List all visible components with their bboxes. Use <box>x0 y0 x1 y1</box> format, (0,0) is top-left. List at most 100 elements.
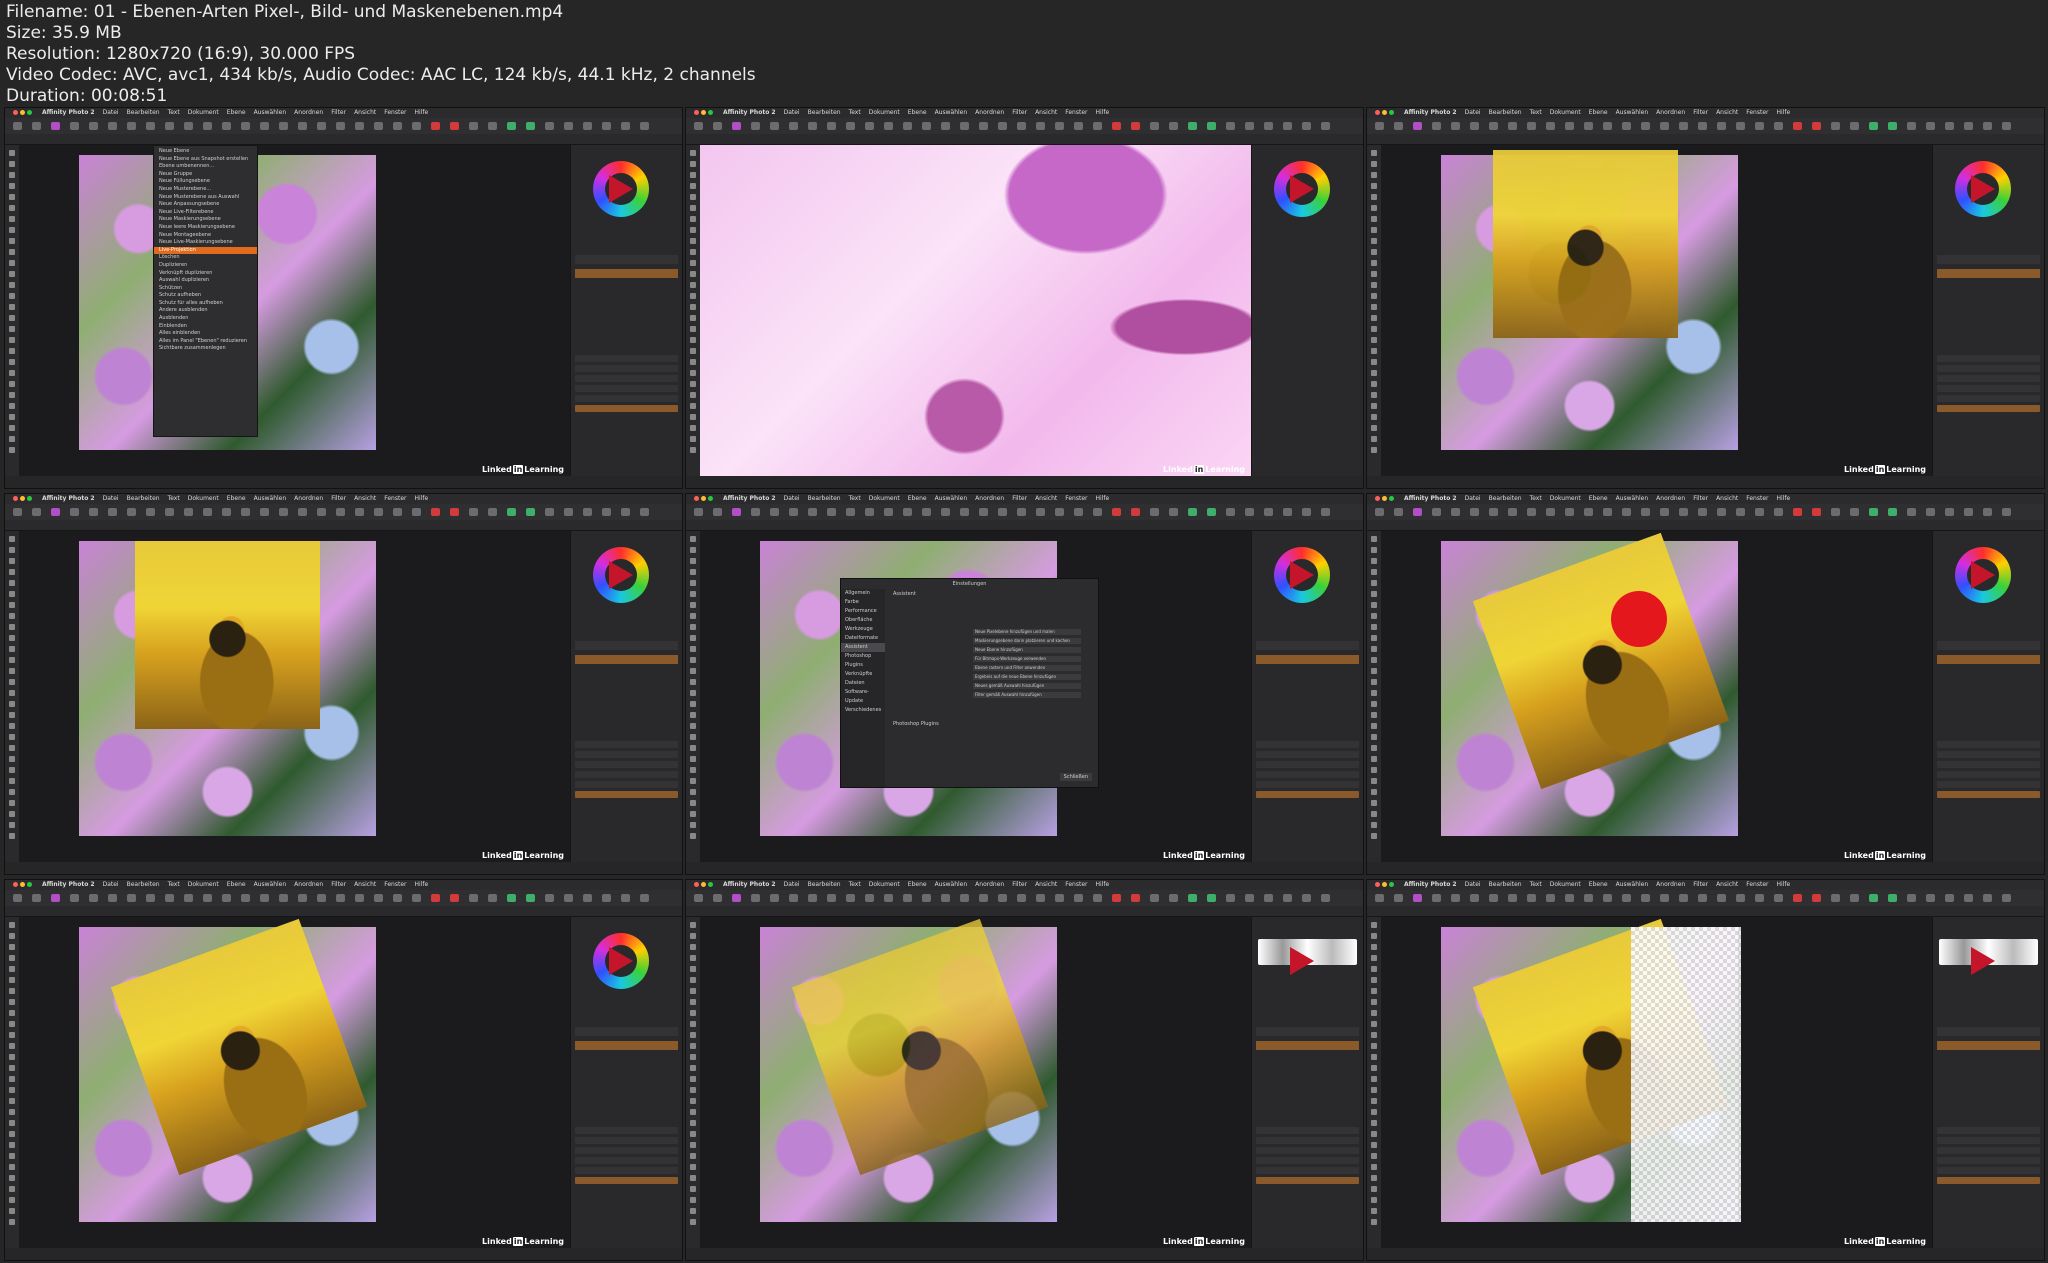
history-entry[interactable] <box>1256 781 1359 788</box>
menu-hilfe[interactable]: Hilfe <box>1777 495 1791 502</box>
tool-icon[interactable] <box>690 833 696 839</box>
history-entry[interactable] <box>575 405 678 412</box>
toolbar-icon[interactable] <box>1964 894 1973 902</box>
toolbar-icon[interactable] <box>317 122 326 130</box>
tool-icon[interactable] <box>1371 789 1377 795</box>
menu-ansicht[interactable]: Ansicht <box>354 495 376 502</box>
history-entry[interactable] <box>1256 771 1359 778</box>
tool-icon[interactable] <box>690 778 696 784</box>
toolbar-icon[interactable] <box>1983 122 1992 130</box>
menu-ebene[interactable]: Ebene <box>908 495 927 502</box>
toolbar-icon[interactable] <box>1036 508 1045 516</box>
toolbar-icon[interactable] <box>13 894 22 902</box>
thumbnail-zoom[interactable]: Affinity Photo 2 Datei Bearbeiten Text Dokum… <box>685 107 1364 489</box>
tool-icon[interactable] <box>9 161 15 167</box>
toolbar-icon[interactable] <box>1264 122 1273 130</box>
menu-anordnen[interactable]: Anordnen <box>975 109 1004 116</box>
toolbar-icon[interactable] <box>2002 122 2011 130</box>
tool-icon[interactable] <box>9 1065 15 1071</box>
layer-row[interactable] <box>575 255 678 264</box>
toolbar-icon[interactable] <box>51 122 60 130</box>
toolbar-icon[interactable] <box>108 894 117 902</box>
toolbar-icon[interactable] <box>526 508 535 516</box>
thumbnail-red[interactable]: Affinity Photo 2 Datei Bearbeiten Text Dokum… <box>1366 493 2045 875</box>
menu-dokument[interactable]: Dokument <box>1550 495 1581 502</box>
window-button[interactable] <box>708 882 713 887</box>
tool-icon[interactable] <box>690 1219 696 1225</box>
tool-icon[interactable] <box>9 205 15 211</box>
toolbar-icon[interactable] <box>260 122 269 130</box>
history-entry[interactable] <box>1256 1177 1359 1184</box>
toolbar-icon[interactable] <box>808 508 817 516</box>
toolbar-icon[interactable] <box>1774 894 1783 902</box>
toolbar-icon[interactable] <box>146 122 155 130</box>
toolbar-icon[interactable] <box>1622 894 1631 902</box>
tool-icon[interactable] <box>9 701 15 707</box>
tool-icon[interactable] <box>690 613 696 619</box>
toolbar-icon[interactable] <box>203 508 212 516</box>
menu-hilfe[interactable]: Hilfe <box>1777 881 1791 888</box>
toolbar-icon[interactable] <box>941 894 950 902</box>
toolbar-icon[interactable] <box>770 508 779 516</box>
toolbar-icon[interactable] <box>545 894 554 902</box>
thumbnail-image[interactable]: Affinity Photo 2 Datei Bearbeiten Text Dokum… <box>4 493 683 875</box>
menu-bearbeiten[interactable]: Bearbeiten <box>127 109 160 116</box>
toolbar-icon[interactable] <box>89 894 98 902</box>
toolbar-icon[interactable] <box>1755 122 1764 130</box>
tool-icon[interactable] <box>690 1153 696 1159</box>
tool-icon[interactable] <box>1371 558 1377 564</box>
tool-icon[interactable] <box>1371 1186 1377 1192</box>
tool-icon[interactable] <box>1371 591 1377 597</box>
menu-anordnen[interactable]: Anordnen <box>1656 881 1685 888</box>
window-button[interactable] <box>708 110 713 115</box>
tool-icon[interactable] <box>1371 1120 1377 1126</box>
tool-icon[interactable] <box>690 447 696 453</box>
toolbar-icon[interactable] <box>732 122 741 130</box>
toolbar-icon[interactable] <box>1698 508 1707 516</box>
tool-icon[interactable] <box>690 1208 696 1214</box>
window-button[interactable] <box>694 110 699 115</box>
menu-bearbeiten[interactable]: Bearbeiten <box>808 109 841 116</box>
toolbar-icon[interactable] <box>89 508 98 516</box>
toolbar-icon[interactable] <box>1717 122 1726 130</box>
tool-icon[interactable] <box>1371 800 1377 806</box>
tool-icon[interactable] <box>9 1153 15 1159</box>
dialog-option-field[interactable]: Maskierungsebene darin platzieren und ka… <box>973 638 1081 644</box>
toolbar-icon[interactable] <box>1207 122 1216 130</box>
window-button[interactable] <box>20 110 25 115</box>
toolbar-icon[interactable] <box>1508 894 1517 902</box>
tool-icon[interactable] <box>1371 1076 1377 1082</box>
menu-ansicht[interactable]: Ansicht <box>1716 881 1738 888</box>
toolbar-icon[interactable] <box>1603 122 1612 130</box>
toolbar-icon[interactable] <box>1546 894 1555 902</box>
toolbar-icon[interactable] <box>1869 894 1878 902</box>
tool-icon[interactable] <box>690 811 696 817</box>
tool-icon[interactable] <box>9 1076 15 1082</box>
history-entry[interactable] <box>1937 781 2040 788</box>
tool-icon[interactable] <box>9 1010 15 1016</box>
toolbar-icon[interactable] <box>1812 894 1821 902</box>
toolbar-icon[interactable] <box>260 894 269 902</box>
tool-icon[interactable] <box>9 745 15 751</box>
toolbar-icon[interactable] <box>979 122 988 130</box>
toolbar-icon[interactable] <box>412 894 421 902</box>
window-button[interactable] <box>701 882 706 887</box>
toolbar-icon[interactable] <box>507 122 516 130</box>
tool-icon[interactable] <box>690 712 696 718</box>
tool-icon[interactable] <box>1371 414 1377 420</box>
tool-icon[interactable] <box>9 1032 15 1038</box>
toolbar-icon[interactable] <box>393 894 402 902</box>
toolbar-icon[interactable] <box>1074 894 1083 902</box>
tool-icon[interactable] <box>9 977 15 983</box>
tool-icon[interactable] <box>1371 1098 1377 1104</box>
tool-icon[interactable] <box>1371 1087 1377 1093</box>
toolbar-icon[interactable] <box>1736 122 1745 130</box>
toolbar-icon[interactable] <box>865 894 874 902</box>
tool-icon[interactable] <box>9 227 15 233</box>
window-button[interactable] <box>20 496 25 501</box>
toolbar-icon[interactable] <box>827 122 836 130</box>
toolbar-icon[interactable] <box>127 508 136 516</box>
tool-icon[interactable] <box>9 822 15 828</box>
toolbar-icon[interactable] <box>279 122 288 130</box>
tool-icon[interactable] <box>9 1208 15 1214</box>
